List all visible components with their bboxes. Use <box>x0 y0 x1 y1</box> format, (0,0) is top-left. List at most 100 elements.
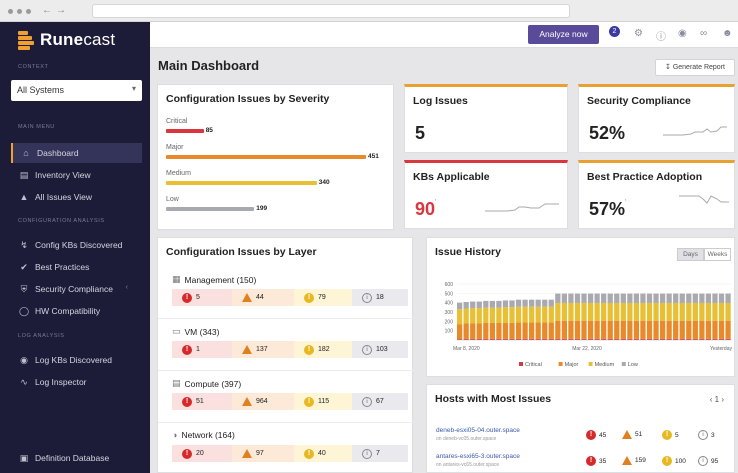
severity-bar-critical[interactable] <box>166 129 204 133</box>
issue-history-title: Issue History <box>435 246 501 258</box>
layer-divider <box>158 370 414 371</box>
window-dot-icon[interactable] <box>8 9 13 14</box>
medium-cell[interactable]: ! 40 <box>294 445 352 462</box>
low-icon: i <box>362 396 372 407</box>
history-bar-low <box>470 301 476 309</box>
severity-bar-major[interactable] <box>166 155 366 159</box>
history-bar-medium <box>666 302 672 321</box>
context-select[interactable]: All Systems ▾ <box>11 80 142 101</box>
url-bar[interactable] <box>92 4 570 18</box>
history-bar-medium <box>522 306 528 323</box>
major-cell[interactable]: 137 <box>232 341 294 358</box>
forward-icon[interactable]: → <box>56 5 66 16</box>
home-icon: ⌂ <box>23 148 29 158</box>
history-bar-medium <box>699 302 705 321</box>
medium-cell[interactable]: ! 182 <box>294 341 352 358</box>
gear-icon[interactable]: ⚙ <box>634 28 643 39</box>
notification-badge[interactable]: 2 <box>609 26 620 37</box>
history-bar-major <box>574 320 581 339</box>
major-cell[interactable]: 97 <box>232 445 294 462</box>
eye-icon: ◉ <box>20 355 28 365</box>
medium-cell[interactable]: ! 115 <box>294 393 352 410</box>
sidebar-item-config-kbs[interactable]: ↯ Config KBs Discovered <box>11 235 142 255</box>
host-link[interactable]: antares-esxi65-3.outer.space <box>436 453 520 460</box>
critical-cell[interactable]: ! 51 <box>172 393 232 410</box>
user-icon[interactable]: ☻ <box>722 28 733 39</box>
chevron-left-icon[interactable]: ‹ <box>710 395 713 404</box>
best-practice-card[interactable]: Best Practice Adoption 57%′ <box>578 160 735 229</box>
x-tick-label: Mar 22, 2020 <box>572 346 602 352</box>
sidebar-item-hw-compatibility[interactable]: ◯ HW Compatibility <box>11 301 142 321</box>
history-bar-major <box>594 320 600 339</box>
low-cell[interactable]: i7 <box>352 445 408 462</box>
history-bar-major <box>666 320 672 339</box>
analyze-now-button[interactable]: Analyze now <box>528 25 599 44</box>
host-row[interactable]: deneb-esxi05-04.outer.space on deneb-vc05… <box>436 427 732 449</box>
severity-label-major: Major <box>166 144 184 151</box>
logo[interactable]: Runecast <box>18 30 115 50</box>
sidebar-item-inventory-view[interactable]: ▤ Inventory View <box>11 165 142 185</box>
layer-name[interactable]: ◑ Network (164) <box>172 430 235 440</box>
hosts-pager[interactable]: ‹ 1 › <box>710 395 724 404</box>
low-cell[interactable]: i 103 <box>352 341 408 358</box>
critical-cell[interactable]: ! 5 <box>172 289 232 306</box>
toggle-days[interactable]: Days <box>677 248 704 261</box>
major-icon <box>622 456 632 465</box>
app-name: Runecast <box>40 30 116 49</box>
layer-card: Configuration Issues by Layer ▦ Managemen… <box>157 237 414 473</box>
sidebar-item-best-practices[interactable]: ✔ Best Practices <box>11 257 142 277</box>
low-icon: i <box>698 430 708 440</box>
generate-report-button[interactable]: ↧ Generate Report <box>655 59 735 76</box>
layer-name[interactable]: ▤ Compute (397) <box>172 378 241 389</box>
critical-icon: ! <box>182 344 192 355</box>
kbs-applicable-card[interactable]: KBs Applicable 90′ <box>404 160 568 229</box>
chat-icon[interactable]: ◉ <box>678 28 687 39</box>
history-bar-medium <box>496 307 502 324</box>
sidebar-item-definition-database[interactable]: ▣ Definition Database <box>11 448 142 468</box>
sidebar-item-log-inspector[interactable]: ∿ Log Inspector <box>11 372 142 392</box>
history-bar-major <box>457 324 463 340</box>
major-cell[interactable]: 964 <box>232 393 294 410</box>
history-bar-medium <box>568 302 574 321</box>
critical-cell[interactable]: ! 1 <box>172 341 232 358</box>
severity-bar-medium[interactable] <box>166 181 317 185</box>
host-critical: ! 35 <box>586 456 606 466</box>
history-bar-major <box>653 320 659 339</box>
toggle-weeks[interactable]: Weeks <box>704 248 731 261</box>
history-bar-low <box>483 300 489 308</box>
medium-cell[interactable]: ! 79 <box>294 289 352 306</box>
y-tick-label: 400 <box>445 301 454 307</box>
history-bar-low <box>476 301 482 309</box>
link-icon[interactable]: ∞ <box>700 28 707 39</box>
layer-name[interactable]: ▭ VM (343) <box>172 326 219 337</box>
security-compliance-card[interactable]: Security Compliance 52% <box>578 84 735 153</box>
host-link[interactable]: deneb-esxi05-04.outer.space <box>436 427 520 434</box>
sidebar-item-log-kbs[interactable]: ◉ Log KBs Discovered <box>11 350 142 370</box>
sidebar-item-dashboard[interactable]: ⌂ Dashboard <box>11 143 142 163</box>
history-bar-low <box>529 299 535 307</box>
inventory-icon: ▤ <box>19 170 29 180</box>
severity-bar-low[interactable] <box>166 207 255 211</box>
sidebar: Runecast CONTEXT All Systems ▾ MAIN MENU… <box>0 22 150 473</box>
log-issues-card[interactable]: Log Issues 5 <box>404 84 568 153</box>
window-dot-icon[interactable] <box>17 9 22 14</box>
history-bar-major <box>568 320 574 339</box>
window-dot-icon[interactable] <box>26 9 31 14</box>
help-icon[interactable]: ⓘ <box>656 28 666 43</box>
legend-swatch-low <box>621 362 626 366</box>
chevron-right-icon[interactable]: › <box>721 395 724 404</box>
back-icon[interactable]: ← <box>42 5 52 16</box>
low-cell[interactable]: i 18 <box>352 289 408 306</box>
low-cell[interactable]: i 67 <box>352 393 408 410</box>
history-bar-major <box>535 322 541 339</box>
sidebar-item-security-compliance[interactable]: ⛨ Security Compliance ‹ <box>11 279 142 299</box>
host-row[interactable]: antares-esxi65-3.outer.space on antares-v… <box>436 453 732 473</box>
major-count: 137 <box>256 346 268 353</box>
sidebar-item-all-issues-view[interactable]: ▲ All Issues View <box>11 187 142 207</box>
history-bar-major <box>489 323 495 339</box>
history-bar-medium <box>725 302 731 321</box>
layer-name[interactable]: ▦ Management (150) <box>172 274 256 285</box>
critical-cell[interactable]: ! 20 <box>172 445 232 462</box>
major-cell[interactable]: 44 <box>232 289 294 306</box>
layer-row: ! 1 137 ! 182 i 103 <box>172 341 408 358</box>
